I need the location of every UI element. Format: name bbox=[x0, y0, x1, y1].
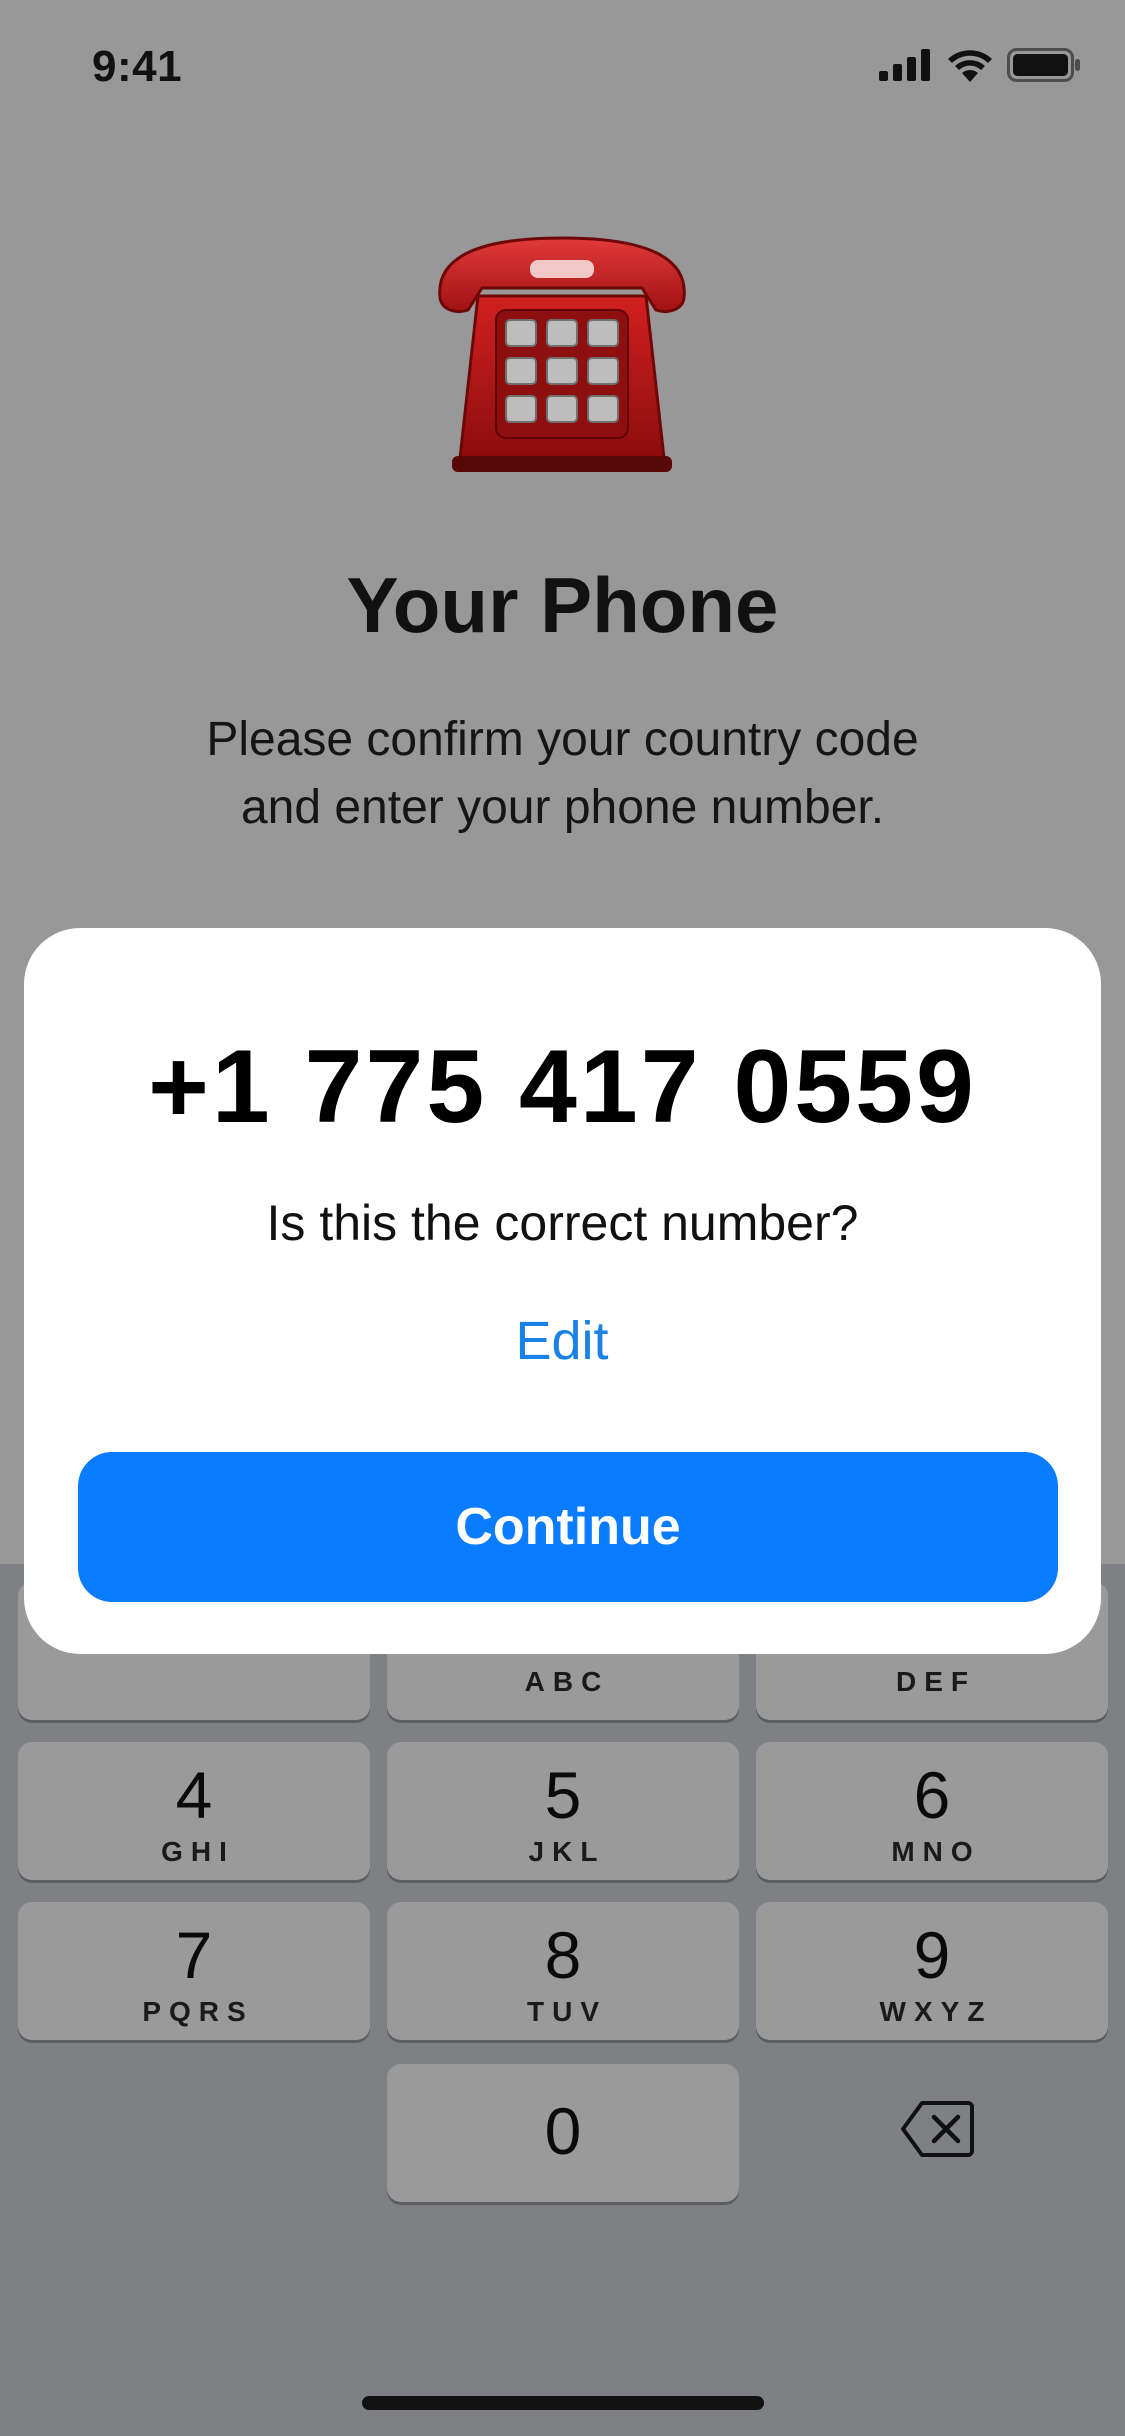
keypad-key-6[interactable]: 6 MNO bbox=[756, 1742, 1108, 1880]
key-digit: 5 bbox=[544, 1758, 582, 1832]
key-digit: 8 bbox=[544, 1918, 582, 1992]
page-subtitle: Please confirm your country code and ent… bbox=[140, 706, 985, 842]
wifi-icon bbox=[948, 50, 992, 82]
key-letters: JKL bbox=[528, 1836, 606, 1867]
keypad-key-4[interactable]: 4 GHI bbox=[18, 1742, 370, 1880]
phone-number-display: +1 775 417 0559 bbox=[148, 1029, 977, 1145]
key-digit: 4 bbox=[175, 1758, 213, 1832]
key-letters: GHI bbox=[161, 1836, 235, 1867]
key-letters: MNO bbox=[891, 1836, 981, 1867]
key-letters: TUV bbox=[527, 1996, 607, 2027]
status-icons bbox=[879, 48, 1081, 82]
key-digit: 0 bbox=[544, 2094, 582, 2168]
key-digit: 9 bbox=[913, 1918, 951, 1992]
key-letters: WXYZ bbox=[879, 1996, 993, 2027]
keypad-key-7[interactable]: 7 PQRS bbox=[18, 1902, 370, 2040]
home-indicator[interactable] bbox=[362, 2396, 764, 2410]
backspace-button[interactable] bbox=[874, 2062, 1000, 2196]
subtitle-line-1: Please confirm your country code bbox=[206, 713, 919, 766]
key-letters: DEF bbox=[896, 1666, 976, 1697]
continue-button[interactable]: Continue bbox=[78, 1452, 1058, 1602]
keypad-key-0[interactable]: 0 bbox=[387, 2064, 739, 2202]
keypad-key-9[interactable]: 9 WXYZ bbox=[756, 1902, 1108, 2040]
edit-button[interactable]: Edit bbox=[462, 1310, 662, 1372]
key-digit: 6 bbox=[913, 1758, 951, 1832]
backspace-icon bbox=[901, 2101, 974, 2157]
battery-icon bbox=[1007, 48, 1080, 82]
page-title: Your Phone bbox=[346, 561, 779, 649]
status-bar: 9:41 bbox=[0, 0, 1125, 140]
key-digit: 7 bbox=[175, 1918, 213, 1992]
keypad-key-5[interactable]: 5 JKL bbox=[387, 1742, 739, 1880]
confirm-question: Is this the correct number? bbox=[266, 1195, 859, 1251]
confirm-number-dialog: +1 775 417 0559 Is this the correct numb… bbox=[24, 928, 1101, 1654]
cellular-signal-icon bbox=[879, 49, 930, 81]
subtitle-line-2: and enter your phone number. bbox=[240, 781, 885, 834]
key-letters: ABC bbox=[524, 1666, 610, 1697]
key-letters: PQRS bbox=[142, 1996, 254, 2027]
keypad-key-8[interactable]: 8 TUV bbox=[387, 1902, 739, 2040]
telephone-emoji bbox=[438, 236, 686, 472]
status-time: 9:41 bbox=[92, 42, 183, 91]
phone-entry-screen: 9:41 Your Phone Please confirm your coun… bbox=[0, 0, 1125, 2436]
